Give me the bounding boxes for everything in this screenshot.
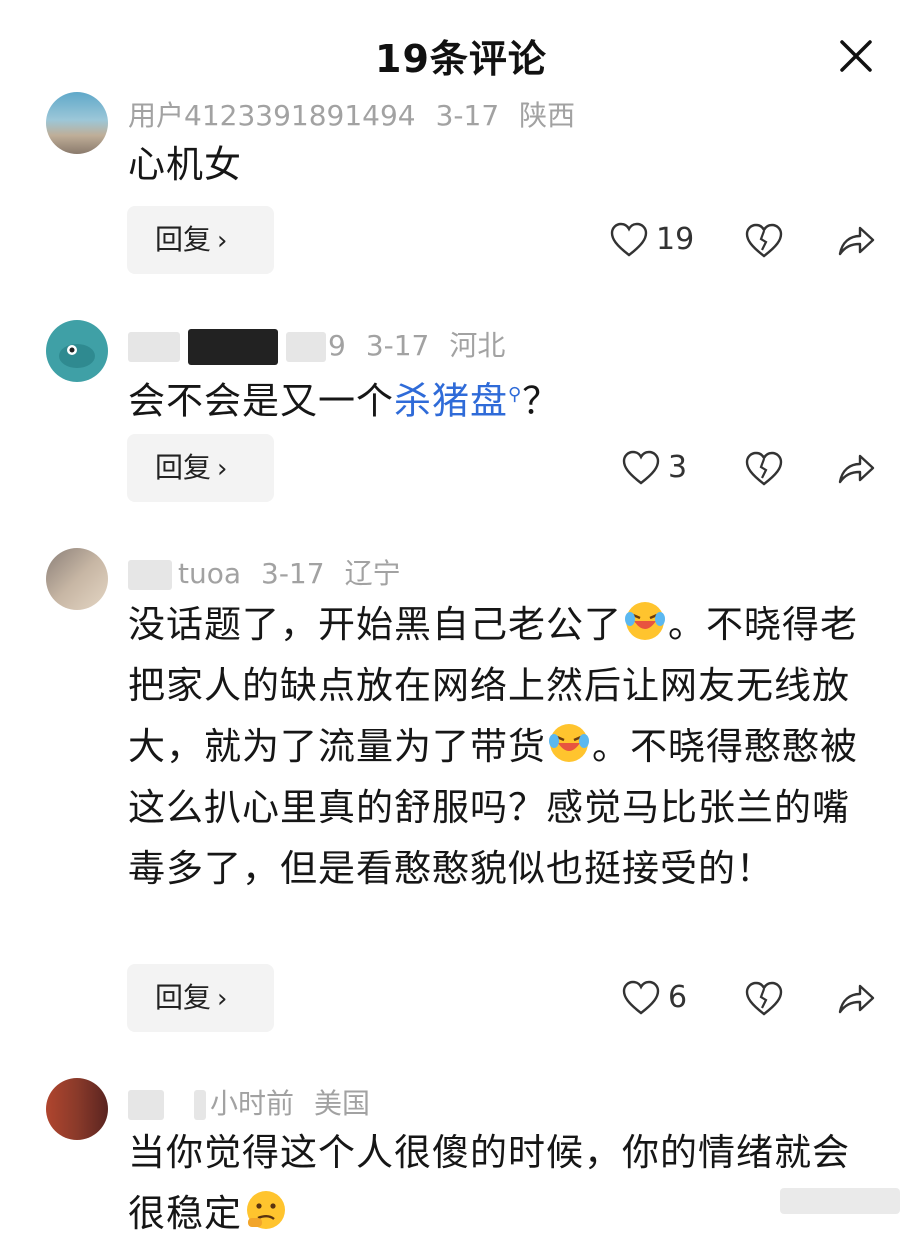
like-count: 3 [668, 450, 688, 485]
comment-text-part: 没话题了，开始黑自己老公了 [128, 603, 622, 646]
comment-time: 小时前 [210, 1087, 295, 1120]
comments-count-title: 19条评论 [375, 37, 547, 81]
comment-date: 3-17 [365, 329, 430, 362]
reply-button[interactable]: 回复 › [127, 206, 274, 274]
comment-date: 3-17 [435, 99, 500, 132]
share-arrow-icon[interactable] [836, 222, 876, 260]
heart-icon [610, 222, 648, 257]
comment-meta: tuoa 3-17 辽宁 [128, 552, 421, 592]
avatar[interactable] [46, 548, 108, 610]
comment-text: 没话题了，开始黑自己老公了 。不晓得老把家人的缺点放在网络上然后让网友无线放大，就… [128, 594, 878, 899]
laugh-cry-emoji-icon [625, 602, 665, 640]
reply-button[interactable]: 回复 › [127, 434, 274, 502]
redacted-username [128, 1090, 164, 1120]
redacted-username [286, 332, 326, 362]
like-button[interactable]: 6 [622, 978, 702, 1022]
heart-icon [622, 450, 660, 485]
avatar[interactable] [46, 1078, 108, 1140]
reply-label: 回复 [155, 981, 212, 1014]
comment-text: 会不会是又一个杀猪盘⚲？ [128, 364, 878, 431]
username-partial[interactable]: 9 [328, 329, 346, 362]
laugh-cry-emoji-icon [549, 724, 589, 762]
reply-label: 回复 [155, 223, 212, 256]
close-icon[interactable] [836, 36, 876, 76]
comment-meta: 小时前 美国 [128, 1082, 390, 1122]
like-button[interactable]: 3 [622, 448, 702, 492]
broken-heart-icon[interactable] [745, 980, 783, 1018]
username[interactable]: 用户4123391891494 [128, 99, 416, 132]
reply-button[interactable]: 回复 › [127, 964, 274, 1032]
chevron-right-icon: › [217, 226, 228, 256]
chevron-right-icon: › [217, 984, 228, 1014]
broken-heart-icon[interactable] [745, 222, 783, 260]
search-icon: ⚲ [508, 384, 523, 405]
comment-date: 3-17 [261, 557, 325, 590]
comment-location: 河北 [449, 329, 506, 362]
comment-text-part: 当你觉得这个人很傻的时候，你的情绪就会很稳定 [128, 1131, 850, 1235]
chevron-right-icon: › [217, 454, 228, 484]
redacted-username [128, 560, 172, 590]
like-count: 6 [668, 980, 688, 1015]
heart-icon [622, 980, 660, 1015]
comment-meta: 用户4123391891494 3-17 陕西 [128, 94, 595, 134]
like-count: 19 [656, 222, 695, 257]
comment-text-part: 会不会是又一个 [128, 379, 394, 423]
comment-meta: 9 3-17 河北 [128, 324, 525, 365]
redacted-username [194, 1090, 206, 1120]
avatar[interactable] [46, 320, 108, 382]
comment-location: 辽宁 [344, 557, 401, 590]
avatar[interactable] [46, 92, 108, 154]
comment-text: 心机女 [128, 143, 242, 186]
username-partial[interactable]: tuoa [178, 557, 241, 590]
comments-header: 19条评论 [0, 0, 922, 100]
share-arrow-icon[interactable] [836, 450, 876, 488]
thinking-emoji-icon [247, 1191, 285, 1229]
avatar-illustration [59, 344, 95, 368]
share-arrow-icon[interactable] [836, 980, 876, 1018]
comment-location: 美国 [314, 1087, 371, 1120]
comment-text: 当你觉得这个人很傻的时候，你的情绪就会很稳定 [128, 1122, 878, 1244]
comment-location: 陕西 [519, 99, 576, 132]
watermark [780, 1188, 900, 1214]
broken-heart-icon[interactable] [745, 450, 783, 488]
comment-text-part: ？ [522, 379, 561, 423]
reply-label: 回复 [155, 451, 212, 484]
redacted-username [188, 329, 278, 365]
like-button[interactable]: 19 [610, 220, 694, 264]
redacted-username [128, 332, 180, 362]
search-link[interactable]: 杀猪盘 [394, 379, 508, 422]
